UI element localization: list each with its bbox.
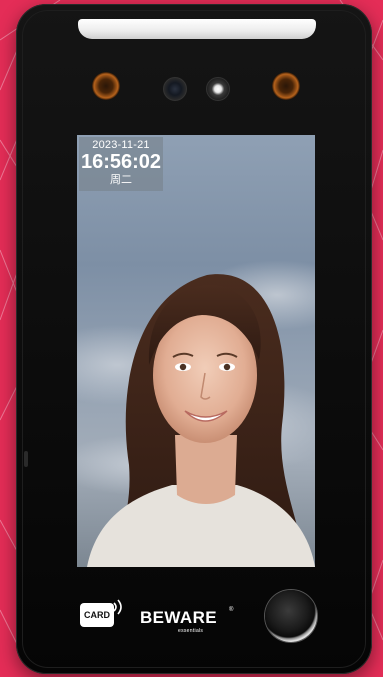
display-screen: 2023-11-21 16:56:02 周二 (77, 135, 315, 567)
card-label: CARD (80, 603, 114, 627)
weekday-display: 周二 (110, 173, 132, 186)
camera-icon (163, 77, 187, 101)
brand-tagline: essentials (178, 628, 204, 634)
side-notch (24, 451, 28, 467)
camera-icon (206, 77, 230, 101)
rfid-waves-icon (113, 599, 122, 615)
ir-fill-light-bar (78, 19, 316, 39)
registered-mark: ® (229, 607, 234, 613)
camera-preview-image (77, 260, 315, 567)
ir-led-icon (272, 72, 300, 100)
time-display: 16:56:02 (80, 151, 162, 173)
date-display: 2023-11-21 (92, 139, 150, 151)
card-reader[interactable]: CARD (80, 597, 122, 631)
brand-name: BEWARE (140, 608, 218, 627)
fingerprint-icon[interactable] (265, 590, 317, 642)
datetime-panel: 2023-11-21 16:56:02 周二 (79, 137, 163, 191)
ir-led-icon (92, 72, 120, 100)
brand-logo: BEWARE ® essentials (140, 604, 240, 634)
